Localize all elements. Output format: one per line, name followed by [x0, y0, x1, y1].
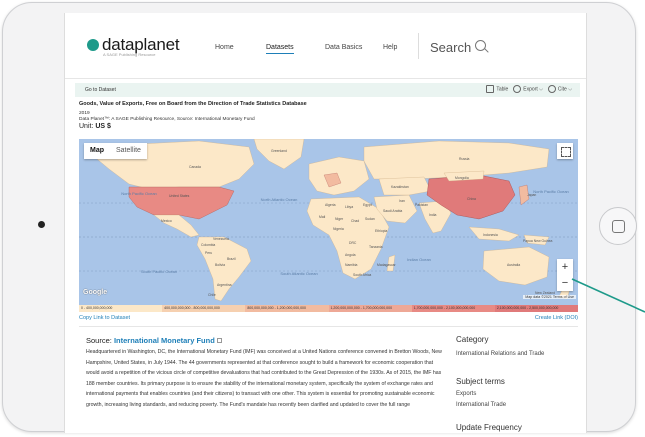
connector-line — [571, 278, 645, 313]
